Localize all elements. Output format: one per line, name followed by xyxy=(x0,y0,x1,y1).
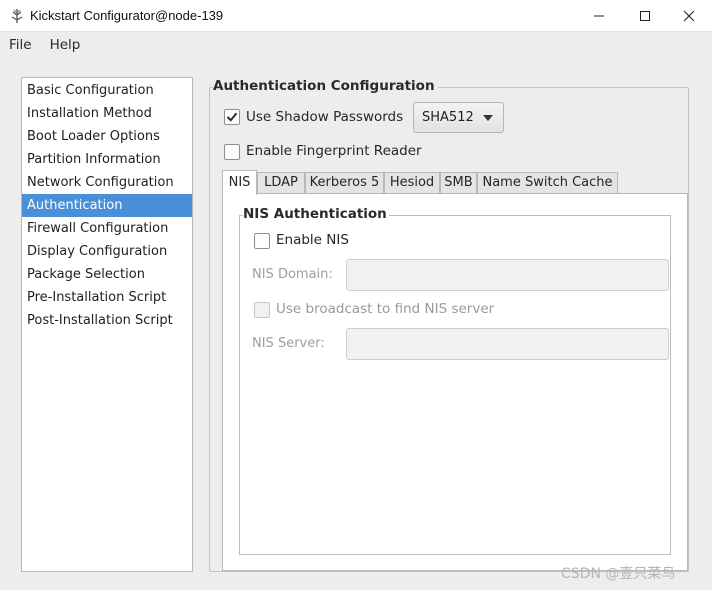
sidebar-item-network-configuration[interactable]: Network Configuration xyxy=(22,171,192,194)
enable-nis-label[interactable]: Enable NIS xyxy=(276,232,349,248)
shadow-passwords-label[interactable]: Use Shadow Passwords xyxy=(246,109,403,125)
menu-help[interactable]: Help xyxy=(41,37,90,53)
nis-broadcast-checkbox[interactable] xyxy=(254,302,270,318)
tab-nis[interactable]: NIS xyxy=(222,170,257,195)
password-hash-value: SHA512 xyxy=(422,110,474,125)
sidebar-item-post-installation-script[interactable]: Post-Installation Script xyxy=(22,309,192,332)
nis-authentication-title: NIS Authentication xyxy=(243,206,389,222)
sidebar-item-pre-installation-script[interactable]: Pre-Installation Script xyxy=(22,286,192,309)
sidebar-item-basic-configuration[interactable]: Basic Configuration xyxy=(22,79,192,102)
close-icon xyxy=(683,10,695,22)
fingerprint-reader-label[interactable]: Enable Fingerprint Reader xyxy=(246,143,422,159)
sidebar-item-display-configuration[interactable]: Display Configuration xyxy=(22,240,192,263)
enable-nis-checkbox[interactable] xyxy=(254,233,270,249)
sidebar-item-package-selection[interactable]: Package Selection xyxy=(22,263,192,286)
shadow-passwords-checkbox[interactable] xyxy=(224,109,240,125)
section-list: Basic Configuration Installation Method … xyxy=(21,77,193,572)
nis-server-label: NIS Server: xyxy=(252,336,325,351)
nis-domain-field[interactable] xyxy=(346,259,669,291)
tab-ldap[interactable]: LDAP xyxy=(257,172,305,193)
sidebar-item-authentication[interactable]: Authentication xyxy=(22,194,192,217)
window-titlebar: Kickstart Configurator@node-139 xyxy=(0,0,712,32)
watermark-text: CSDN @壹只菜鸟 xyxy=(561,566,676,582)
nis-domain-label: NIS Domain: xyxy=(252,267,333,282)
tab-hesiod[interactable]: Hesiod xyxy=(384,172,440,193)
sidebar-item-partition-information[interactable]: Partition Information xyxy=(22,148,192,171)
tab-kerberos-5[interactable]: Kerberos 5 xyxy=(305,172,384,193)
close-button[interactable] xyxy=(666,0,712,32)
maximize-icon xyxy=(640,11,650,21)
window-title: Kickstart Configurator@node-139 xyxy=(30,8,224,23)
tab-name-switch-cache[interactable]: Name Switch Cache xyxy=(477,172,618,193)
kickstart-app-icon xyxy=(11,9,23,23)
minimize-button[interactable] xyxy=(576,0,622,32)
minimize-icon xyxy=(594,15,604,17)
password-hash-select[interactable]: SHA512 xyxy=(413,102,504,133)
nis-broadcast-label[interactable]: Use broadcast to find NIS server xyxy=(276,301,494,317)
fingerprint-reader-checkbox[interactable] xyxy=(224,144,240,160)
menu-bar: File Help xyxy=(0,32,712,58)
checkmark-icon xyxy=(226,112,238,122)
sidebar-item-boot-loader-options[interactable]: Boot Loader Options xyxy=(22,125,192,148)
authentication-frame-title: Authentication Configuration xyxy=(213,78,438,94)
sidebar-item-installation-method[interactable]: Installation Method xyxy=(22,102,192,125)
maximize-button[interactable] xyxy=(622,0,668,32)
menu-file[interactable]: File xyxy=(0,37,41,53)
sidebar-item-firewall-configuration[interactable]: Firewall Configuration xyxy=(22,217,192,240)
tab-smb[interactable]: SMB xyxy=(440,172,477,193)
nis-server-field[interactable] xyxy=(346,328,669,360)
dropdown-arrow-icon xyxy=(483,115,493,121)
